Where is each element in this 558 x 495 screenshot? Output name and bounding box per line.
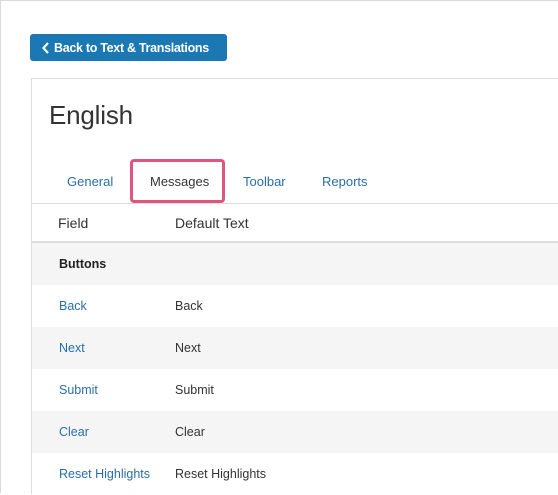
default-text-cell: Clear: [175, 425, 205, 439]
default-text-cell: Submit: [175, 383, 214, 397]
column-header-field: Field: [58, 215, 89, 231]
field-link[interactable]: Reset Highlights: [59, 453, 150, 495]
tab-reports[interactable]: Reports: [322, 161, 368, 203]
field-link[interactable]: Clear: [59, 411, 89, 453]
table-row: Reset Highlights Reset Highlights: [32, 453, 558, 495]
page-title: English: [49, 100, 133, 130]
group-label: Buttons: [59, 257, 107, 271]
table-row: Next Next: [32, 327, 558, 369]
field-link[interactable]: Back: [59, 285, 87, 327]
field-link[interactable]: Submit: [59, 369, 98, 411]
default-text-cell: Next: [175, 341, 201, 355]
field-link[interactable]: Next: [59, 327, 85, 369]
table-header: Field Default Text: [32, 203, 558, 243]
tab-messages[interactable]: Messages: [150, 161, 209, 203]
app-frame: Back to Text & Translations English Gene…: [0, 0, 558, 494]
tab-general[interactable]: General: [67, 161, 113, 203]
table-row: Back Back: [32, 285, 558, 327]
tab-bar: General Messages Toolbar Reports: [32, 161, 558, 203]
table-row: Submit Submit: [32, 369, 558, 411]
default-text-cell: Back: [175, 299, 203, 313]
chevron-left-icon: [42, 41, 49, 54]
tab-toolbar[interactable]: Toolbar: [243, 161, 286, 203]
back-button-label: Back to Text & Translations: [54, 40, 209, 55]
back-to-text-translations-button[interactable]: Back to Text & Translations: [30, 34, 227, 61]
column-header-default-text: Default Text: [175, 215, 249, 231]
language-panel: English General Messages Toolbar Reports…: [31, 78, 558, 494]
default-text-cell: Reset Highlights: [175, 467, 267, 481]
table-group-row: Buttons: [32, 243, 558, 285]
table-row: Clear Clear: [32, 411, 558, 453]
